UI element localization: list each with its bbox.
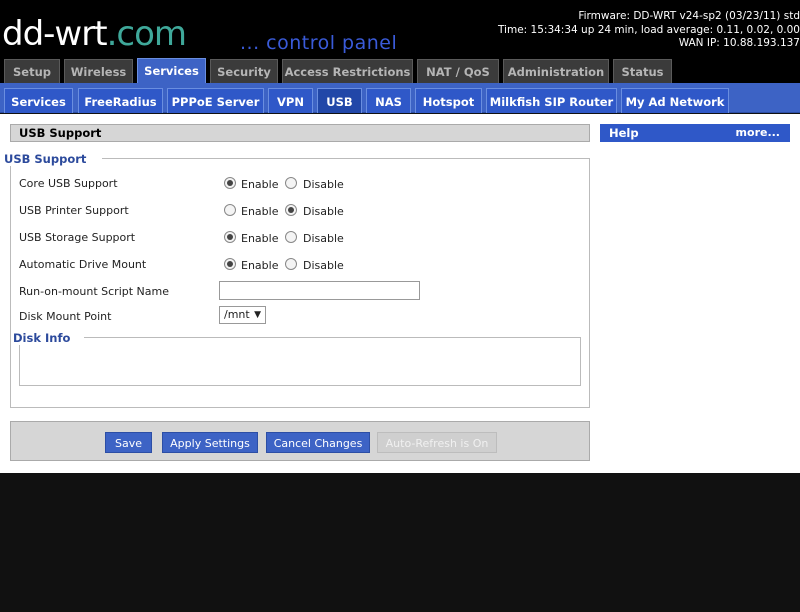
disk-info-box	[19, 337, 581, 386]
usb-printer-disable-label[interactable]: Disable	[303, 205, 344, 218]
firmware-info: Firmware: DD-WRT v24-sp2 (03/23/11) std	[578, 10, 800, 22]
save-button[interactable]: Save	[105, 432, 152, 453]
disk-info-legend: Disk Info	[13, 331, 85, 345]
uptime-info: Time: 15:34:34 up 24 min, load average: …	[497, 23, 800, 36]
usb-storage-label: USB Storage Support	[19, 231, 136, 244]
control-panel-title: ... control panel	[240, 32, 398, 54]
subtab-milkfish-sip-router[interactable]: Milkfish SIP Router	[486, 88, 617, 113]
subtab-nas[interactable]: NAS	[366, 88, 411, 113]
tab-wireless[interactable]: Wireless	[64, 59, 133, 83]
usb-printer-disable-radio[interactable]	[285, 204, 297, 216]
subtab-vpn[interactable]: VPN	[268, 88, 313, 113]
help-more-link[interactable]: more...	[736, 124, 780, 142]
tab-setup[interactable]: Setup	[4, 59, 60, 83]
logo-main-text: dd-wrt	[2, 14, 108, 54]
wan-ip-info: WAN IP: 10.88.193.137	[678, 37, 800, 49]
button-bar: Save Apply Settings Cancel Changes Auto-…	[10, 421, 590, 461]
mount-point-label: Disk Mount Point	[19, 310, 112, 323]
usb-storage-enable-label[interactable]: Enable	[241, 232, 278, 245]
subtab-freeradius[interactable]: FreeRadius	[78, 88, 163, 113]
subtab-my-ad-network[interactable]: My Ad Network	[621, 88, 729, 113]
usb-support-legend: USB Support	[4, 152, 103, 166]
system-info: Firmware: DD-WRT v24-sp2 (03/23/11) std …	[498, 10, 800, 51]
usb-printer-label: USB Printer Support	[19, 204, 129, 217]
auto-refresh-button[interactable]: Auto-Refresh is On	[377, 432, 497, 453]
section-title: USB Support	[10, 124, 590, 142]
apply-settings-button[interactable]: Apply Settings	[162, 432, 258, 453]
mount-point-select[interactable]: /mnt ▼	[219, 306, 266, 324]
core-usb-disable-radio[interactable]	[285, 177, 297, 189]
usb-storage-enable-radio[interactable]	[224, 231, 236, 243]
core-usb-disable-label[interactable]: Disable	[303, 178, 344, 191]
header: dd-wrt.com ... control panel Firmware: D…	[0, 0, 800, 58]
help-panel-header: Help more...	[600, 124, 790, 142]
usb-printer-enable-label[interactable]: Enable	[241, 205, 278, 218]
usb-storage-disable-radio[interactable]	[285, 231, 297, 243]
help-title: Help	[609, 126, 639, 140]
sub-tab-bar: Services FreeRadius PPPoE Server VPN USB…	[0, 83, 800, 113]
page-background	[0, 473, 800, 612]
core-usb-enable-label[interactable]: Enable	[241, 178, 278, 191]
usb-printer-enable-radio[interactable]	[224, 204, 236, 216]
auto-drive-mount-enable-label[interactable]: Enable	[241, 259, 278, 272]
tab-nat-qos[interactable]: NAT / QoS	[417, 59, 499, 83]
cancel-changes-button[interactable]: Cancel Changes	[266, 432, 370, 453]
dropdown-arrow-icon: ▼	[254, 310, 261, 320]
core-usb-enable-radio[interactable]	[224, 177, 236, 189]
script-name-label: Run-on-mount Script Name	[19, 285, 169, 298]
tab-administration[interactable]: Administration	[503, 59, 609, 83]
logo-suffix-text: .com	[106, 14, 187, 54]
auto-drive-mount-label: Automatic Drive Mount	[19, 258, 147, 271]
usb-storage-disable-label[interactable]: Disable	[303, 232, 344, 245]
subtab-pppoe-server[interactable]: PPPoE Server	[167, 88, 264, 113]
tab-services[interactable]: Services	[137, 58, 206, 83]
subtab-hotspot[interactable]: Hotspot	[415, 88, 482, 113]
auto-drive-mount-enable-radio[interactable]	[224, 258, 236, 270]
subtab-usb[interactable]: USB	[317, 88, 362, 113]
ddwrt-logo[interactable]: dd-wrt.com	[2, 14, 187, 54]
main-content: USB Support USB Support Core USB Support…	[0, 114, 800, 473]
core-usb-label: Core USB Support	[19, 177, 118, 190]
script-name-input[interactable]	[219, 281, 420, 300]
mount-point-value: /mnt	[224, 308, 250, 321]
tab-access-restrictions[interactable]: Access Restrictions	[282, 59, 413, 83]
auto-drive-mount-disable-radio[interactable]	[285, 258, 297, 270]
auto-drive-mount-disable-label[interactable]: Disable	[303, 259, 344, 272]
tab-security[interactable]: Security	[210, 59, 278, 83]
tab-status[interactable]: Status	[613, 59, 672, 83]
main-tab-bar: Setup Wireless Services Security Access …	[0, 58, 800, 83]
subtab-services[interactable]: Services	[4, 88, 73, 113]
